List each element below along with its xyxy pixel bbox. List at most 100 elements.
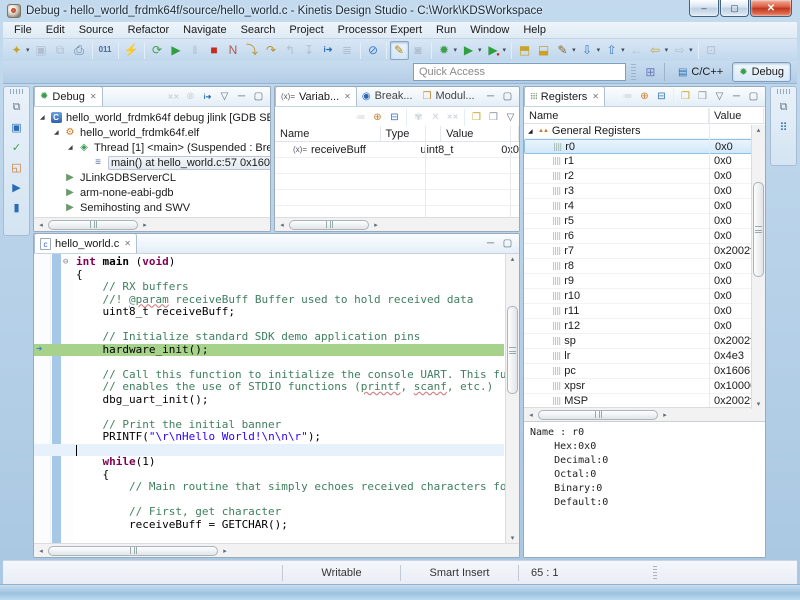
menu-item-search[interactable]: Search bbox=[234, 23, 283, 37]
mark-occurrences-icon[interactable]: ✎ bbox=[390, 41, 409, 60]
scroll-right-icon[interactable]: ▸ bbox=[138, 221, 152, 229]
scroll-up-icon[interactable]: ▴ bbox=[752, 126, 765, 134]
show-logical-structure-icon[interactable]: ⊕ bbox=[636, 88, 653, 105]
strip-grip[interactable] bbox=[10, 89, 24, 94]
view-menu-icon[interactable]: ▽ bbox=[216, 88, 233, 105]
tab-modul[interactable]: ❒Modul... bbox=[418, 86, 480, 106]
scrollbar-thumb[interactable] bbox=[289, 220, 369, 230]
dropdown-caret-icon[interactable]: ▾ bbox=[689, 46, 693, 54]
open-type-icon[interactable]: ⬒ bbox=[515, 41, 534, 60]
dropdown-caret-icon[interactable]: ▾ bbox=[454, 46, 458, 54]
table-row[interactable] bbox=[275, 190, 519, 206]
code-line[interactable]: int main (void)⊖ bbox=[34, 256, 504, 269]
brush-icon[interactable]: ✎ bbox=[553, 41, 572, 60]
collapse-all-icon[interactable]: ⊟ bbox=[653, 88, 670, 105]
register-group-row[interactable]: ◢▲▲General Registers bbox=[524, 124, 765, 139]
flash-programmer-icon[interactable]: ⚡ bbox=[122, 41, 141, 60]
last-edit-location-icon[interactable]: ⇩ bbox=[578, 41, 597, 60]
code-line[interactable]: uint8_t receiveBuff; bbox=[34, 306, 504, 319]
show-logical-structure-icon[interactable]: ⊕ bbox=[369, 109, 386, 126]
step-over-icon[interactable]: ↷ bbox=[262, 41, 281, 60]
scroll-left-icon[interactable]: ◂ bbox=[34, 221, 48, 229]
view-menu-icon[interactable]: ▽ bbox=[711, 88, 728, 105]
forward-icon[interactable]: ⇨ bbox=[670, 41, 689, 60]
watermark-icon[interactable]: ◙ bbox=[409, 41, 428, 60]
code-editor[interactable]: int main (void)⊖{ // RX buffers //! @par… bbox=[34, 254, 519, 543]
debug-tree-item[interactable]: ▶arm-none-eabi-gdb bbox=[34, 185, 270, 200]
new-view-icon[interactable]: ❒ bbox=[677, 88, 694, 105]
new-view-icon[interactable]: ❒ bbox=[468, 109, 485, 126]
menu-item-navigate[interactable]: Navigate bbox=[176, 23, 233, 37]
perspective-cpp-button[interactable]: ▤ C/C++ bbox=[671, 62, 730, 82]
dropdown-caret-icon[interactable]: ▾ bbox=[503, 46, 507, 54]
external-tools-icon[interactable]: ▶● bbox=[484, 41, 503, 60]
status-grip[interactable] bbox=[653, 566, 657, 580]
pin-view-icon[interactable]: ❒ bbox=[485, 109, 502, 126]
dropdown-caret-icon[interactable]: ▾ bbox=[572, 46, 576, 54]
scrollbar-thumb[interactable] bbox=[538, 410, 658, 420]
toolbar-grip[interactable] bbox=[631, 64, 636, 80]
suspend-icon[interactable]: ‖ bbox=[186, 41, 205, 60]
tab-break[interactable]: ◉Break... bbox=[357, 86, 418, 106]
debug-tree-item[interactable]: ▶JLinkGDBServerCL bbox=[34, 170, 270, 185]
scrollbar-thumb[interactable] bbox=[48, 546, 218, 556]
scrollbar-thumb[interactable] bbox=[48, 220, 138, 230]
open-perspective-button[interactable]: ⊞ bbox=[641, 63, 660, 82]
remove-all-terminated-icon[interactable]: ✕✕ bbox=[165, 88, 182, 105]
menu-item-run[interactable]: Run bbox=[429, 23, 463, 37]
code-line[interactable]: PRINTF("\r\nHello World!\n\n\r"); bbox=[34, 431, 504, 444]
restore-views-icon[interactable]: ⧉ bbox=[6, 97, 27, 117]
register-row-r12[interactable]: ⣿⣿r120x0 bbox=[524, 319, 765, 334]
menu-item-window[interactable]: Window bbox=[463, 23, 516, 37]
save-icon[interactable]: ▣ bbox=[32, 41, 51, 60]
step-return-icon[interactable]: ↰ bbox=[281, 41, 300, 60]
dropdown-caret-icon[interactable]: ▾ bbox=[478, 46, 482, 54]
back-icon[interactable]: ⇦ bbox=[646, 41, 665, 60]
close-icon[interactable]: ✕ bbox=[124, 239, 131, 248]
show-type-names-icon[interactable]: ≔ bbox=[352, 109, 369, 126]
twisty-icon[interactable]: ◢ bbox=[68, 144, 77, 151]
new-wizard-icon[interactable]: ✦ bbox=[7, 41, 26, 60]
instruction-stepping-icon[interactable]: i➜ bbox=[199, 88, 216, 105]
minimize-icon[interactable]: ─ bbox=[482, 235, 499, 252]
register-row-r8[interactable]: ⣿⣿r80x0 bbox=[524, 259, 765, 274]
register-row-r10[interactable]: ⣿⣿r100x0 bbox=[524, 289, 765, 304]
outline-view-icon[interactable]: ⠿ bbox=[773, 117, 794, 137]
menu-item-source[interactable]: Source bbox=[72, 23, 121, 37]
editor-vscrollbar[interactable]: ▴▾ bbox=[505, 254, 519, 543]
strip-grip[interactable] bbox=[777, 89, 791, 94]
maximize-button[interactable]: ▢ bbox=[720, 0, 749, 17]
pin-view-icon[interactable]: ❒ bbox=[694, 88, 711, 105]
resume-icon[interactable]: ▶ bbox=[167, 41, 186, 60]
debug-hscrollbar[interactable]: ◂▸ bbox=[34, 217, 270, 231]
twisty-icon[interactable]: ◢ bbox=[528, 128, 538, 135]
maximize-icon[interactable]: ▢ bbox=[250, 88, 267, 105]
disconnect-icon[interactable]: N bbox=[224, 41, 243, 60]
scroll-left-icon[interactable]: ◂ bbox=[34, 547, 48, 555]
dropdown-caret-icon[interactable]: ▾ bbox=[26, 46, 30, 54]
view-menu-icon[interactable]: ▽ bbox=[502, 109, 519, 126]
register-row-xpsr[interactable]: ⣿⣿xpsr0x1000000 bbox=[524, 379, 765, 394]
scroll-right-icon[interactable]: ▸ bbox=[369, 221, 383, 229]
collapse-all-icon[interactable]: ⊟ bbox=[386, 109, 403, 126]
tab-registers[interactable]: ⣿⣿ Registers ✕ bbox=[524, 86, 605, 106]
scrollbar-thumb[interactable] bbox=[753, 182, 764, 277]
disconnect-icon[interactable]: ⊗ bbox=[182, 88, 199, 105]
register-row-r6[interactable]: ⣿⣿r60x0 bbox=[524, 229, 765, 244]
column-header-value[interactable]: Value bbox=[709, 108, 764, 123]
table-row[interactable]: (x)=receiveBuffuint8_t0x0 bbox=[275, 142, 519, 158]
close-icon[interactable]: ✕ bbox=[90, 92, 97, 101]
maximize-icon[interactable]: ▢ bbox=[499, 88, 516, 105]
remove-icon[interactable]: ✕ bbox=[427, 109, 444, 126]
register-row-r5[interactable]: ⣿⣿r50x0 bbox=[524, 214, 765, 229]
debug-tree-item[interactable]: ▶Semihosting and SWV bbox=[34, 200, 270, 215]
debug-icon[interactable]: ✹ bbox=[435, 41, 454, 60]
register-row-r4[interactable]: ⣿⣿r40x0 bbox=[524, 199, 765, 214]
maximize-icon[interactable]: ▢ bbox=[499, 235, 516, 252]
code-line[interactable]: // Main routine that simply echoes recei… bbox=[34, 481, 504, 494]
back-disabled-icon[interactable]: ← bbox=[627, 41, 646, 60]
executables-view-icon[interactable]: ▶ bbox=[6, 177, 27, 197]
registers-vscrollbar[interactable]: ▴▾ bbox=[751, 125, 765, 409]
menu-item-project[interactable]: Project bbox=[282, 23, 330, 37]
problems-view-icon[interactable]: ◱ bbox=[6, 157, 27, 177]
